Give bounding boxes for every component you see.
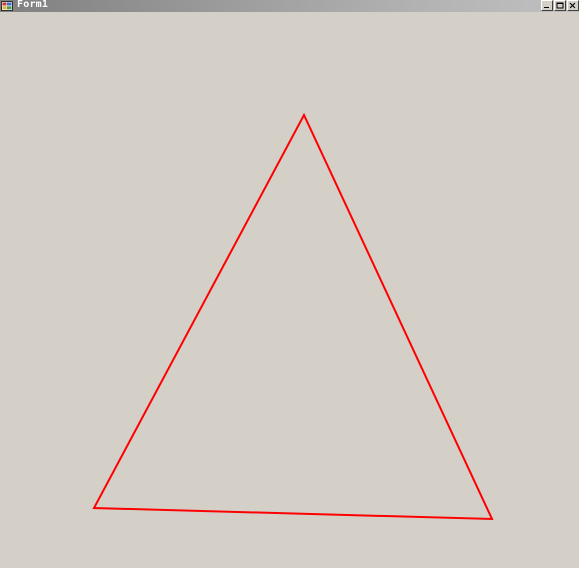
triangle-outline bbox=[92, 112, 494, 521]
drawing-surface bbox=[92, 112, 494, 521]
form1-window: Form1 bbox=[0, 0, 579, 568]
